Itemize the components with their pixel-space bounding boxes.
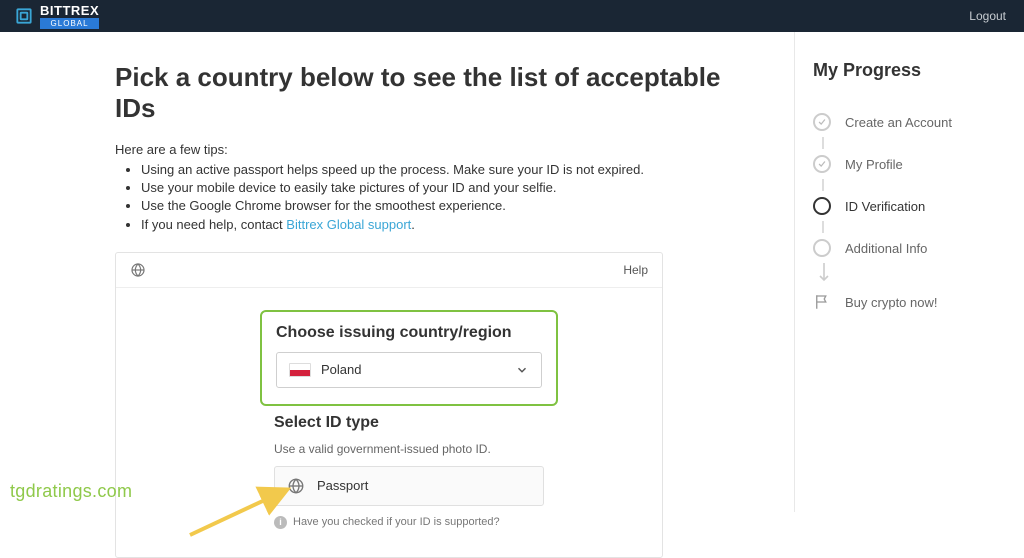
card-header: Help [116,253,662,288]
passport-option[interactable]: Passport [274,466,544,506]
step-additional-info: Additional Info [813,233,1004,263]
tip-item: Use your mobile device to easily take pi… [141,179,754,197]
tip-item: If you need help, contact Bittrex Global… [141,216,754,234]
flag-icon [813,293,831,311]
support-link[interactable]: Bittrex Global support [286,217,411,232]
step-id-verification: ID Verification [813,191,1004,221]
globe-icon [287,477,305,495]
brand-icon [14,6,34,26]
flag-poland-icon [289,363,311,377]
help-link[interactable]: Help [623,263,648,277]
check-icon [817,159,827,169]
hint-text: Have you checked if your ID is supported… [293,516,500,528]
tip-item: Use the Google Chrome browser for the sm… [141,197,754,215]
step-my-profile: My Profile [813,149,1004,179]
step-buy-crypto[interactable]: Buy crypto now! [813,293,1004,311]
tips-intro: Here are a few tips: [115,142,754,157]
country-select[interactable]: Poland [276,352,542,388]
tip-item: Using an active passport helps speed up … [141,161,754,179]
step-create-account: Create an Account [813,107,1004,137]
step-connector [822,137,824,149]
form-area: Choose issuing country/region Poland Sel… [116,288,662,557]
select-id-subtext: Use a valid government-issued photo ID. [274,442,544,456]
page-body: Pick a country below to see the list of … [0,32,1024,512]
brand-logo[interactable]: BITTREX GLOBAL [14,4,99,29]
highlight-box: Choose issuing country/region Poland [260,310,558,406]
brand-text-wrap: BITTREX GLOBAL [40,4,99,29]
top-bar: BITTREX GLOBAL Logout [0,0,1024,32]
brand-subname: GLOBAL [40,18,99,29]
step-connector [822,221,824,233]
progress-title: My Progress [813,60,1004,81]
brand-name: BITTREX [40,4,99,17]
logout-link[interactable]: Logout [969,9,1006,23]
watermark: tgdratings.com [10,481,132,502]
progress-steps: Create an Account My Profile ID Verifica… [813,107,1004,311]
main-column: Pick a country below to see the list of … [0,32,794,512]
info-icon: i [274,516,287,529]
country-select-value: Poland [289,362,361,377]
globe-icon [130,262,146,278]
page-title: Pick a country below to see the list of … [115,62,754,124]
choose-country-title: Choose issuing country/region [276,324,542,342]
select-id-title: Select ID type [274,414,544,432]
passport-label: Passport [317,478,368,493]
country-name: Poland [321,362,361,377]
check-icon [817,117,827,127]
progress-sidebar: My Progress Create an Account My Profile… [794,32,1024,512]
chevron-down-icon [515,363,529,377]
arrow-down-icon [818,263,830,283]
tips-list: Using an active passport helps speed up … [115,161,754,234]
step-connector [822,179,824,191]
id-support-hint[interactable]: i Have you checked if your ID is support… [274,516,544,529]
